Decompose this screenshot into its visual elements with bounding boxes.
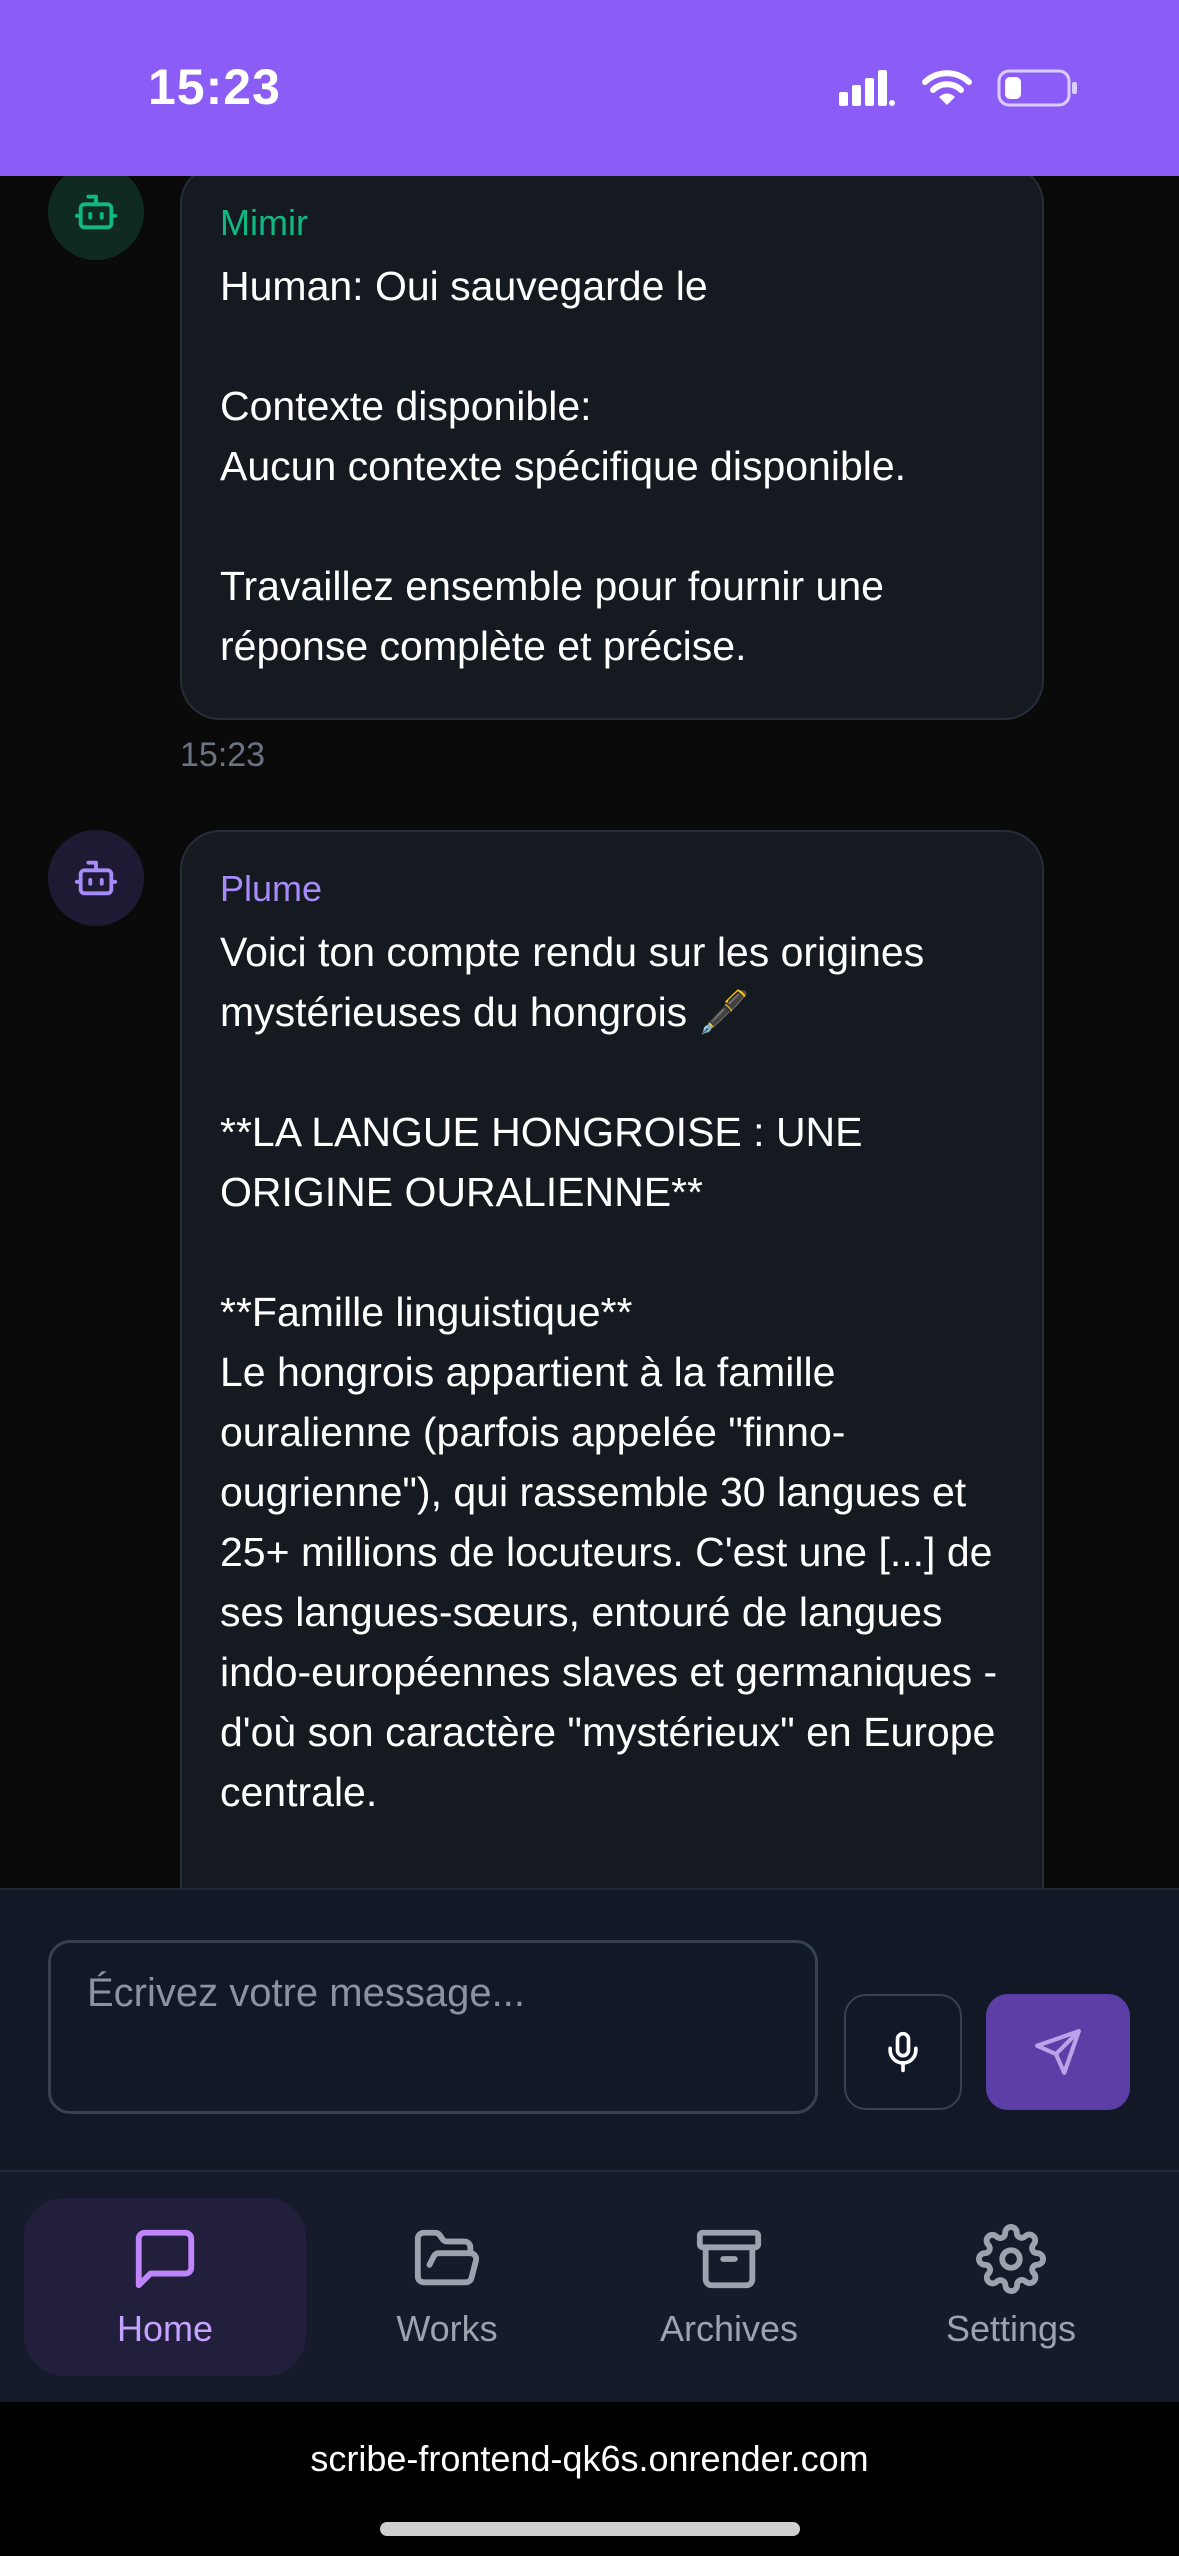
nav-item-archives[interactable]: Archives [588, 2198, 870, 2376]
bottom-nav: Home Works Archives Settings [0, 2170, 1179, 2402]
folder-open-icon [414, 2229, 480, 2286]
signal-icon [839, 70, 895, 106]
battery-icon [997, 69, 1077, 107]
nav-label: Home [116, 2308, 214, 2349]
robot-icon [74, 860, 118, 896]
message-sender: Plume [220, 868, 323, 909]
browser-url-bar[interactable]: scribe-frontend-qk6s.onrender.com [0, 2402, 1179, 2556]
message-text: Voici ton compte rendu sur les origines … [220, 929, 998, 1815]
nav-label: Archives [659, 2308, 799, 2349]
microphone-button[interactable] [844, 1994, 962, 2110]
message-timestamp: 15:23 [180, 736, 266, 774]
message-bubble-mimir: Mimir Human: Oui sauvegarde le Contexte … [180, 164, 1044, 720]
chat-thread[interactable]: Mimir Human: Oui sauvegarde le Contexte … [0, 0, 1179, 1888]
app-screen: Mimir Human: Oui sauvegarde le Contexte … [0, 0, 1179, 2556]
gear-icon [976, 2224, 1046, 2294]
message-text: Human: Oui sauvegarde le Contexte dispon… [220, 263, 907, 669]
nav-item-home[interactable]: Home [24, 2198, 306, 2376]
status-time: 15:23 [148, 59, 281, 115]
message-bubble-plume: Plume Voici ton compte rendu sur les ori… [180, 830, 1044, 1888]
message-input[interactable] [48, 1940, 818, 2114]
microphone-icon [888, 2031, 918, 2073]
send-button[interactable] [986, 1994, 1130, 2110]
send-icon [1035, 2029, 1081, 2075]
robot-icon [74, 194, 118, 230]
message-composer [0, 1888, 1179, 2170]
chat-bubble-icon [135, 2229, 195, 2289]
status-icons [837, 64, 1079, 112]
nav-label: Works [396, 2308, 498, 2349]
nav-label: Settings [945, 2308, 1077, 2349]
mimir-avatar [48, 164, 144, 260]
message-sender: Mimir [220, 202, 308, 243]
wifi-icon [922, 70, 972, 105]
url-text: scribe-frontend-qk6s.onrender.com [310, 2438, 869, 2479]
nav-item-settings[interactable]: Settings [870, 2198, 1152, 2376]
status-bar: 15:23 [0, 0, 1179, 176]
archive-icon [696, 2229, 762, 2289]
home-indicator[interactable] [380, 2522, 800, 2536]
plume-avatar [48, 830, 144, 926]
nav-item-works[interactable]: Works [306, 2198, 588, 2376]
